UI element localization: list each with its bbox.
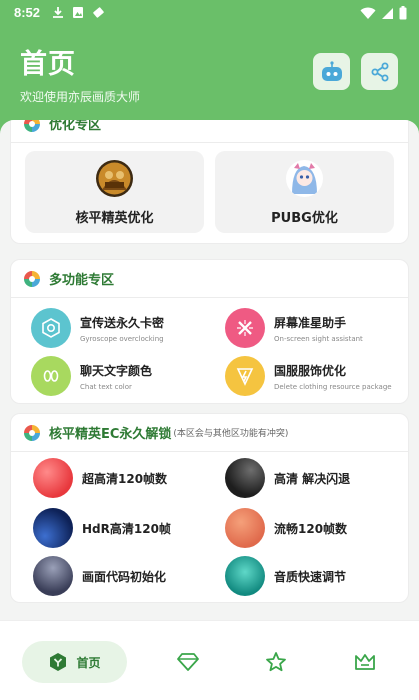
app-logo-icon <box>24 424 40 441</box>
feature-clothing-optimize[interactable]: 国服服饰优化 Delete clothing resource package <box>225 356 392 396</box>
nav-diamond[interactable] <box>170 641 206 683</box>
main-content[interactable]: 优化专区 核平精英优化 PUBG优化 多功能专区 宣传送永久卡密 Gyrosco… <box>0 120 419 620</box>
feature-title: 宣传送永久卡密 <box>80 315 165 330</box>
feature-subtitle: Delete clothing resource package <box>274 382 392 391</box>
ec-item-audio-quick[interactable]: 音质快速调节 <box>225 556 346 596</box>
robot-button[interactable] <box>313 53 350 90</box>
ec-item-label: 画面代码初始化 <box>82 569 167 584</box>
ec-item-uhd-120fps[interactable]: 超高清120帧数 <box>33 458 167 498</box>
image-icon <box>73 7 83 18</box>
feature-subtitle: Chat text color <box>80 382 132 391</box>
dark-orb-icon <box>225 458 265 498</box>
ec-item-label: 音质快速调节 <box>274 569 347 584</box>
ec-section-header: 核平精英EC永久解锁 (本区会与其他区功能有冲突) <box>11 414 408 452</box>
crosshair-icon <box>225 308 265 348</box>
ec-item-label: 流畅120帧数 <box>274 521 348 536</box>
ec-item-label: 超高清120帧数 <box>82 471 168 486</box>
game-tile-pubg[interactable]: PUBG优化 <box>215 151 394 233</box>
star-icon <box>266 652 286 672</box>
ec-item-hd-fix-crash[interactable]: 高清 解决闪退 <box>225 458 350 498</box>
heping-game-avatar <box>96 160 133 197</box>
ec-item-hdr-120fps[interactable]: HdR高清120帧 <box>33 508 171 548</box>
blue-orb-icon <box>33 508 73 548</box>
pubg-tile-label: PUBG优化 <box>271 211 338 226</box>
bottom-nav: 首页 <box>0 620 419 700</box>
robot-icon <box>321 60 342 81</box>
optimize-section: 优化专区 核平精英优化 PUBG优化 <box>10 120 409 244</box>
ec-section-note: (本区会与其他区功能有冲突) <box>173 429 289 439</box>
teal-orb-icon <box>225 556 265 596</box>
game-tile-heping[interactable]: 核平精英优化 <box>25 151 204 233</box>
wifi-icon <box>360 7 376 19</box>
feature-title: 国服服饰优化 <box>274 363 347 378</box>
status-time: 8:52 <box>14 5 41 20</box>
gyroscope-icon <box>31 308 71 348</box>
battery-icon <box>399 6 407 20</box>
feature-subtitle: On-screen sight assistant <box>274 334 363 343</box>
nav-home-label: 首页 <box>76 655 101 670</box>
nav-home[interactable]: 首页 <box>22 641 127 683</box>
ec-item-label: HdR高清120帧 <box>82 521 171 536</box>
multi-section-header: 多功能专区 <box>11 260 408 298</box>
download-icon <box>53 7 63 18</box>
chat-color-icon <box>31 356 71 396</box>
signal-icon <box>382 7 393 19</box>
diamond-icon <box>177 653 199 671</box>
feature-crosshair-assistant[interactable]: 屏幕准星助手 On-screen sight assistant <box>225 308 363 348</box>
welcome-subtitle: 欢迎使用亦辰画质大师 <box>20 90 141 104</box>
app-logo-icon <box>24 270 40 287</box>
gray-orb-icon <box>33 556 73 596</box>
feature-title: 聊天文字颜色 <box>80 363 153 378</box>
ec-section-title: 核平精英EC永久解锁 <box>49 427 172 442</box>
home-icon <box>50 653 67 671</box>
crown-icon <box>355 654 375 670</box>
nav-star[interactable] <box>258 641 294 683</box>
ec-item-reset-code[interactable]: 画面代码初始化 <box>33 556 166 596</box>
page-title: 首页 <box>20 49 76 80</box>
heping-tile-label: 核平精英优化 <box>75 211 154 226</box>
optimize-section-title: 优化专区 <box>49 120 102 133</box>
multi-section-title: 多功能专区 <box>49 273 115 288</box>
tag-icon <box>93 7 104 18</box>
feature-chat-text-color[interactable]: 聊天文字颜色 Chat text color <box>31 356 152 396</box>
ec-unlock-section: 核平精英EC永久解锁 (本区会与其他区功能有冲突) 超高清120帧数 高清 解决… <box>10 413 409 603</box>
ec-item-smooth-120fps[interactable]: 流畅120帧数 <box>225 508 347 548</box>
lightning-shield-icon <box>225 356 265 396</box>
feature-title: 屏幕准星助手 <box>274 315 347 330</box>
nav-crown[interactable] <box>347 641 383 683</box>
optimize-section-header: 优化专区 <box>11 120 408 143</box>
red-orb-icon <box>33 458 73 498</box>
pubg-game-avatar <box>286 160 323 197</box>
feature-subtitle: Gyroscope overclocking <box>80 334 164 343</box>
app-logo-icon <box>24 120 40 132</box>
ec-item-label: 高清 解决闪退 <box>274 471 351 486</box>
coral-orb-icon <box>225 508 265 548</box>
share-icon <box>371 62 388 81</box>
multi-function-section: 多功能专区 宣传送永久卡密 Gyroscope overclocking 屏幕准… <box>10 259 409 404</box>
status-bar: 8:52 <box>0 0 419 26</box>
feature-promo-card-key[interactable]: 宣传送永久卡密 Gyroscope overclocking <box>31 308 164 348</box>
share-button[interactable] <box>361 53 398 90</box>
